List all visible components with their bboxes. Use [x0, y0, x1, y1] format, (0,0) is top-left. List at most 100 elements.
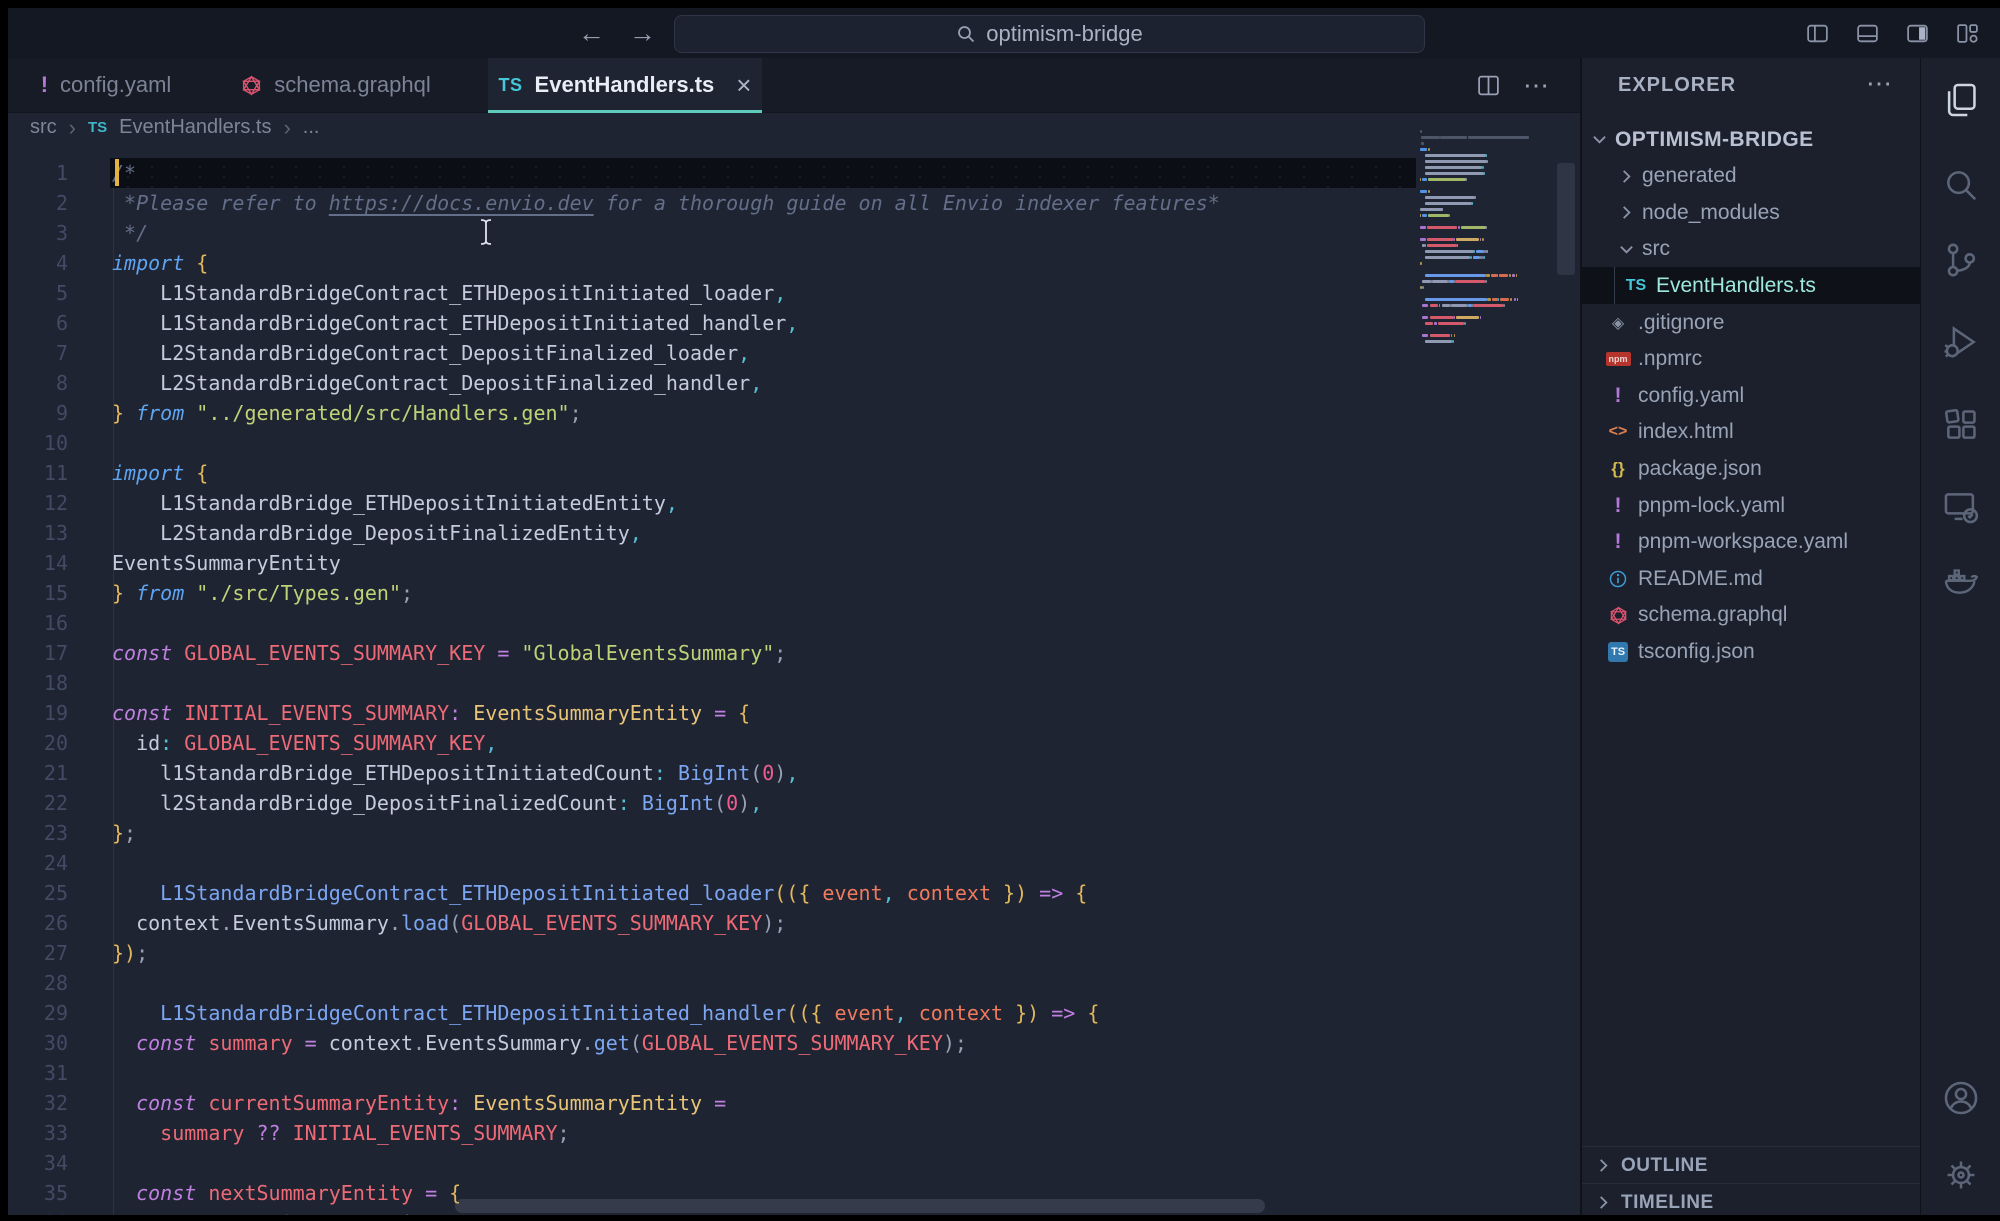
code-line[interactable]: 2 *Please refer to https://docs.envio.de… [8, 188, 1580, 218]
code-line[interactable]: 28 [8, 968, 1580, 998]
code-line[interactable]: 12 L1StandardBridge_ETHDepositInitiatedE… [8, 488, 1580, 518]
nav-back-button[interactable]: ← [578, 18, 605, 49]
command-center-search[interactable]: optimism-bridge [674, 15, 1425, 53]
breadcrumb-symbol[interactable]: ... [303, 116, 320, 139]
code-line[interactable]: 6 L1StandardBridgeContract_ETHDepositIni… [8, 308, 1580, 338]
line-number: 16 [8, 608, 68, 638]
code-line[interactable]: 23}; [8, 818, 1580, 848]
code-line[interactable]: 30 const summary = context.EventsSummary… [8, 1028, 1580, 1058]
docker-icon[interactable] [1942, 561, 1980, 599]
extensions-icon[interactable] [1942, 406, 1980, 444]
code-line[interactable]: 18 [8, 668, 1580, 698]
tree-item-generated[interactable]: generated [1582, 158, 1920, 195]
tree-file-tsconfig-json[interactable]: TStsconfig.json [1582, 633, 1920, 670]
search-icon[interactable] [1942, 166, 1980, 204]
remote-explorer-icon[interactable] [1942, 488, 1980, 526]
code-line[interactable]: 5 L1StandardBridgeContract_ETHDepositIni… [8, 278, 1580, 308]
editor-more-actions-icon[interactable]: ⋯ [1523, 70, 1550, 101]
chevron-down-icon [1592, 132, 1607, 147]
line-number: 21 [8, 758, 68, 788]
minimap[interactable] [1420, 130, 1556, 450]
code-line[interactable]: 13 L2StandardBridge_DepositFinalizedEnti… [8, 518, 1580, 548]
code-line[interactable]: 29 L1StandardBridgeContract_ETHDepositIn… [8, 998, 1580, 1028]
code-line[interactable]: 3 */ [8, 218, 1580, 248]
code-line[interactable]: 33 summary ?? INITIAL_EVENTS_SUMMARY; [8, 1118, 1580, 1148]
sidebar-left-icon[interactable] [1805, 21, 1830, 46]
tree-item-node-modules[interactable]: node_modules [1582, 194, 1920, 231]
code-line[interactable]: 20 id: GLOBAL_EVENTS_SUMMARY_KEY, [8, 728, 1580, 758]
line-number: 24 [8, 848, 68, 878]
breadcrumb-src[interactable]: src [30, 116, 57, 139]
panel-bottom-icon[interactable] [1855, 21, 1880, 46]
tree-file-schema-graphql[interactable]: schema.graphql [1582, 597, 1920, 634]
explorer-sidebar: EXPLORER ⋯ OPTIMISM-BRIDGEgeneratednode_… [1580, 58, 1920, 1215]
tree-item-label: .npmrc [1638, 347, 1702, 371]
source-control-icon[interactable] [1942, 241, 1980, 279]
tab-config-yaml[interactable]: ! config.yaml [18, 58, 194, 112]
tree-file-config-yaml[interactable]: !config.yaml [1582, 377, 1920, 414]
tree-item-src[interactable]: src [1582, 231, 1920, 268]
tree-file--npmrc[interactable]: npm.npmrc [1582, 341, 1920, 378]
tree-file-package-json[interactable]: {}package.json [1582, 450, 1920, 487]
vertical-scrollbar-thumb[interactable] [1557, 163, 1575, 275]
code-line[interactable]: 26 context.EventsSummary.load(GLOBAL_EVE… [8, 908, 1580, 938]
code-line[interactable]: 14EventsSummaryEntity [8, 548, 1580, 578]
tree-file-eventhandlers-ts[interactable]: TSEventHandlers.ts [1582, 267, 1920, 304]
tree-item-optimism-bridge[interactable]: OPTIMISM-BRIDGE [1582, 121, 1920, 158]
yaml-file-icon: ! [41, 72, 48, 98]
yaml-file-icon: ! [1606, 494, 1630, 518]
tree-file-pnpm-lock-yaml[interactable]: !pnpm-lock.yaml [1582, 487, 1920, 524]
outline-section-header[interactable]: OUTLINE [1582, 1146, 1920, 1184]
code-line[interactable]: 21 l1StandardBridge_ETHDepositInitiatedC… [8, 758, 1580, 788]
split-editor-icon[interactable] [1476, 73, 1501, 98]
code-editor[interactable]: 1/*2 *Please refer to https://docs.envio… [8, 142, 1580, 1215]
line-number: 8 [8, 368, 68, 398]
line-number: 9 [8, 398, 68, 428]
code-line[interactable]: 25 L1StandardBridgeContract_ETHDepositIn… [8, 878, 1580, 908]
chevron-right-icon [1619, 205, 1634, 220]
code-line[interactable]: 8 L2StandardBridgeContract_DepositFinali… [8, 368, 1580, 398]
code-line[interactable]: 4import { [8, 248, 1580, 278]
tree-file-index-html[interactable]: <>index.html [1582, 414, 1920, 451]
code-line[interactable]: 15} from "./src/Types.gen"; [8, 578, 1580, 608]
timeline-section-header[interactable]: TIMELINE [1582, 1183, 1920, 1221]
code-line[interactable]: 32 const currentSummaryEntity: EventsSum… [8, 1088, 1580, 1118]
search-box-text: optimism-bridge [986, 21, 1143, 47]
code-line[interactable]: 10 [8, 428, 1580, 458]
tree-file-pnpm-workspace-yaml[interactable]: !pnpm-workspace.yaml [1582, 524, 1920, 561]
account-icon[interactable] [1942, 1079, 1980, 1117]
run-debug-icon[interactable] [1942, 323, 1980, 361]
tab-bar: ! config.yaml schema.graphql TS EventHan… [8, 58, 1580, 113]
line-number: 30 [8, 1028, 68, 1058]
code-line[interactable]: 22 l2StandardBridge_DepositFinalizedCoun… [8, 788, 1580, 818]
code-line[interactable]: 31 [8, 1058, 1580, 1088]
code-line[interactable]: 16 [8, 608, 1580, 638]
code-line[interactable]: 27}); [8, 938, 1580, 968]
code-line[interactable]: 7 L2StandardBridgeContract_DepositFinali… [8, 338, 1580, 368]
json-file-icon: {} [1606, 459, 1630, 479]
typescript-file-icon: TS [499, 75, 523, 96]
tab-schema-graphql[interactable]: schema.graphql [206, 58, 466, 112]
code-line[interactable]: 17const GLOBAL_EVENTS_SUMMARY_KEY = "Glo… [8, 638, 1580, 668]
line-number: 14 [8, 548, 68, 578]
code-line[interactable]: 1/* [8, 158, 1580, 188]
settings-gear-icon[interactable] [1942, 1156, 1980, 1194]
tree-file--gitignore[interactable]: ◈.gitignore [1582, 304, 1920, 341]
explorer-icon[interactable] [1942, 81, 1980, 119]
code-line[interactable]: 34 [8, 1148, 1580, 1178]
customize-layout-icon[interactable] [1955, 21, 1980, 46]
sidebar-right-icon[interactable] [1905, 21, 1930, 46]
code-line[interactable]: 9} from "../generated/src/Handlers.gen"; [8, 398, 1580, 428]
code-line[interactable]: 11import { [8, 458, 1580, 488]
chevron-right-icon [1619, 169, 1634, 184]
tab-close-icon[interactable]: × [736, 70, 751, 101]
horizontal-scrollbar-thumb[interactable] [455, 1199, 1265, 1213]
nav-forward-button[interactable]: → [629, 18, 656, 49]
code-line[interactable]: 19const INITIAL_EVENTS_SUMMARY: EventsSu… [8, 698, 1580, 728]
tab-eventhandlers-ts[interactable]: TS EventHandlers.ts × [488, 58, 762, 112]
tree-file-readme-md[interactable]: README.md [1582, 560, 1920, 597]
explorer-more-actions-icon[interactable]: ⋯ [1866, 68, 1892, 99]
code-line[interactable]: 24 [8, 848, 1580, 878]
breadcrumb-file[interactable]: EventHandlers.ts [119, 116, 271, 139]
title-bar: ← → optimism-bridge [8, 8, 2000, 58]
